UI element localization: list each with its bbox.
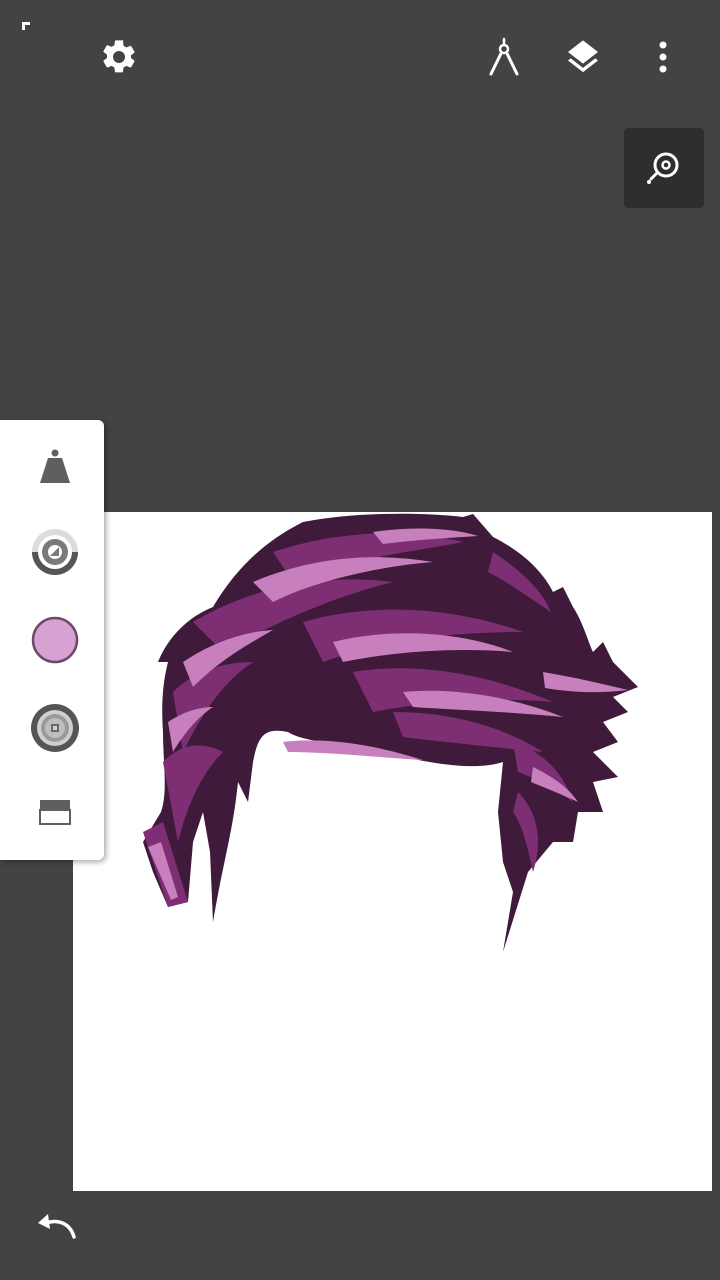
fullscreen-icon[interactable] [20, 20, 50, 50]
layers-icon[interactable] [558, 32, 608, 82]
brush-size-dial-icon[interactable] [27, 700, 83, 756]
zoom-magnifier-icon[interactable] [624, 128, 704, 208]
color-swatch-icon[interactable] [27, 612, 83, 668]
gear-icon[interactable] [94, 32, 144, 82]
brush-type-icon[interactable] [27, 440, 83, 496]
drawing-canvas[interactable] [73, 512, 712, 1191]
hair-artwork [143, 513, 638, 952]
undo-icon[interactable] [30, 1200, 82, 1252]
eraser-icon[interactable] [27, 784, 83, 840]
app-screen [0, 0, 720, 1280]
compass-ruler-icon[interactable] [479, 32, 529, 82]
opacity-dial-icon[interactable] [27, 524, 83, 580]
more-vertical-icon[interactable] [638, 32, 688, 82]
tool-panel [0, 420, 104, 860]
